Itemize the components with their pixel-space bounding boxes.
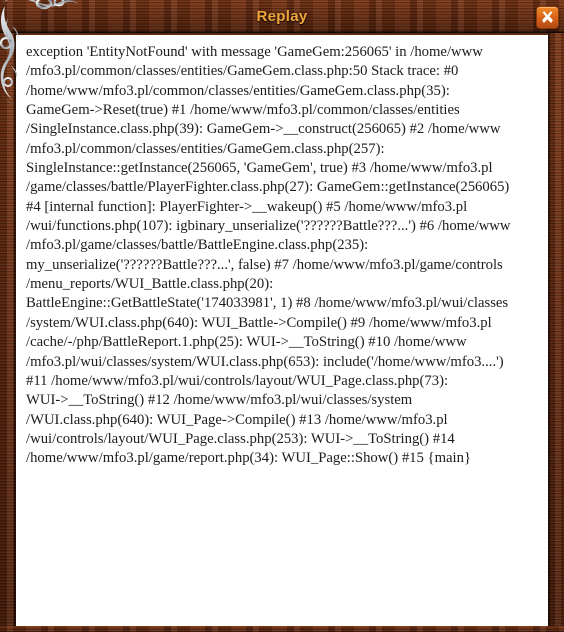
close-button[interactable] xyxy=(536,6,559,29)
close-icon xyxy=(542,11,553,23)
window-title: Replay xyxy=(256,8,308,25)
replay-dialog-window: Replay exception 'EntityNotFound' with m… xyxy=(0,0,564,632)
window-right-border xyxy=(548,33,564,632)
window-titlebar: Replay xyxy=(0,0,564,33)
window-left-border xyxy=(0,33,16,632)
exception-stack-trace: exception 'EntityNotFound' with message … xyxy=(26,44,511,467)
window-bottom-border xyxy=(0,626,564,632)
report-content-area[interactable]: exception 'EntityNotFound' with message … xyxy=(16,35,548,626)
